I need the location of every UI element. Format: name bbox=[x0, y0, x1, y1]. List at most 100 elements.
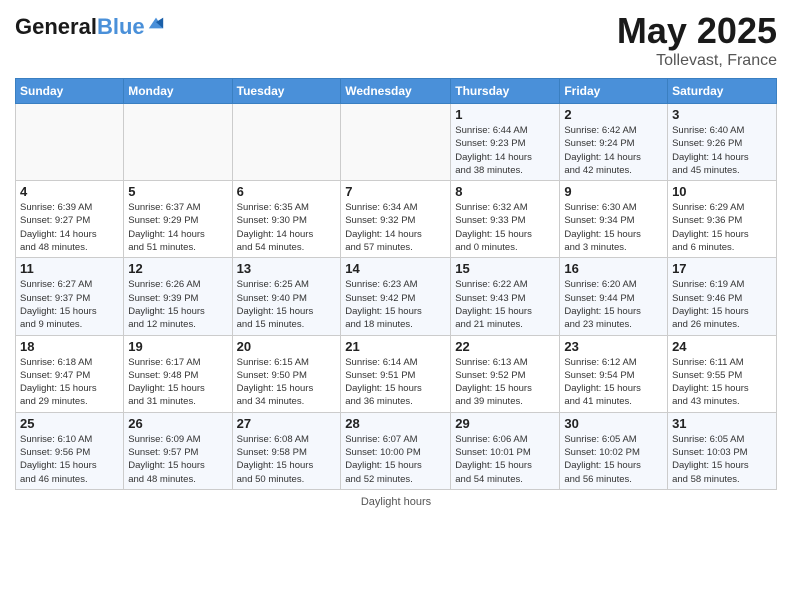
day-header-monday: Monday bbox=[124, 79, 232, 104]
day-number: 19 bbox=[128, 339, 227, 354]
calendar-cell: 9 Sunrise: 6:30 AM Sunset: 9:34 PM Daylig… bbox=[560, 181, 668, 258]
calendar-cell: 26Sunrise: 6:09 AM Sunset: 9:57 PM Dayli… bbox=[124, 412, 232, 489]
day-number: 4 bbox=[20, 184, 119, 199]
calendar-cell: 27 Sunrise: 6:08 AM Sunset: 9:58 PM Dayli… bbox=[232, 412, 341, 489]
calendar-table: SundayMondayTuesdayWednesdayThursdayFrid… bbox=[15, 78, 777, 490]
day-info: Sunrise: 6:19 AM Sunset: 9:46 PM Dayligh… bbox=[672, 278, 772, 331]
day-info: Sunrise: 6:15 AM Sunset: 9:50 PM Dayligh… bbox=[237, 356, 337, 409]
calendar-cell: 30 Sunrise: 6:05 AM Sunset: 10:02 PM Dayl… bbox=[560, 412, 668, 489]
calendar-cell bbox=[124, 104, 232, 181]
calendar-cell: 22Sunrise: 6:13 AM Sunset: 9:52 PM Dayli… bbox=[451, 335, 560, 412]
calendar-week-row: 1Sunrise: 6:44 AM Sunset: 9:23 PM Daylig… bbox=[16, 104, 777, 181]
day-number: 6 bbox=[237, 184, 337, 199]
location-title: Tollevast, France bbox=[617, 52, 777, 70]
day-info: Sunrise: 6:32 AM Sunset: 9:33 PM Dayligh… bbox=[455, 201, 555, 254]
day-number: 16 bbox=[564, 261, 663, 276]
day-info: Sunrise: 6:05 AM Sunset: 10:03 PM Daylig… bbox=[672, 433, 772, 486]
calendar-week-row: 4 Sunrise: 6:39 AM Sunset: 9:27 PM Daylig… bbox=[16, 181, 777, 258]
calendar-cell: 29 Sunrise: 6:06 AM Sunset: 10:01 PM Dayl… bbox=[451, 412, 560, 489]
day-info: Sunrise: 6:42 AM Sunset: 9:24 PM Dayligh… bbox=[564, 124, 663, 177]
logo-text: GeneralBlue bbox=[15, 15, 145, 39]
day-number: 26 bbox=[128, 416, 227, 431]
day-info: Sunrise: 6:34 AM Sunset: 9:32 PM Dayligh… bbox=[345, 201, 446, 254]
calendar-cell: 13 Sunrise: 6:25 AM Sunset: 9:40 PM Dayli… bbox=[232, 258, 341, 335]
calendar-cell: 28 Sunrise: 6:07 AM Sunset: 10:00 PM Dayl… bbox=[341, 412, 451, 489]
day-info: Sunrise: 6:05 AM Sunset: 10:02 PM Daylig… bbox=[564, 433, 663, 486]
calendar-cell: 16 Sunrise: 6:20 AM Sunset: 9:44 PM Dayli… bbox=[560, 258, 668, 335]
day-number: 30 bbox=[564, 416, 663, 431]
calendar-cell: 25 Sunrise: 6:10 AM Sunset: 9:56 PM Dayli… bbox=[16, 412, 124, 489]
calendar-cell: 17 Sunrise: 6:19 AM Sunset: 9:46 PM Dayli… bbox=[668, 258, 777, 335]
calendar-footer: Daylight hours bbox=[15, 496, 777, 508]
day-number: 25 bbox=[20, 416, 119, 431]
day-number: 18 bbox=[20, 339, 119, 354]
calendar-cell: 31 Sunrise: 6:05 AM Sunset: 10:03 PM Dayl… bbox=[668, 412, 777, 489]
day-number: 21 bbox=[345, 339, 446, 354]
calendar-cell: 2 Sunrise: 6:42 AM Sunset: 9:24 PM Daylig… bbox=[560, 104, 668, 181]
day-info: Sunrise: 6:17 AM Sunset: 9:48 PM Dayligh… bbox=[128, 356, 227, 409]
day-info: Sunrise: 6:39 AM Sunset: 9:27 PM Dayligh… bbox=[20, 201, 119, 254]
day-info: Sunrise: 6:20 AM Sunset: 9:44 PM Dayligh… bbox=[564, 278, 663, 331]
day-info: Sunrise: 6:08 AM Sunset: 9:58 PM Dayligh… bbox=[237, 433, 337, 486]
calendar-cell: 11Sunrise: 6:27 AM Sunset: 9:37 PM Dayli… bbox=[16, 258, 124, 335]
calendar-cell: 8Sunrise: 6:32 AM Sunset: 9:33 PM Daylig… bbox=[451, 181, 560, 258]
calendar-cell: 3 Sunrise: 6:40 AM Sunset: 9:26 PM Daylig… bbox=[668, 104, 777, 181]
title-block: May 2025 Tollevast, France bbox=[617, 10, 777, 70]
day-number: 3 bbox=[672, 107, 772, 122]
day-info: Sunrise: 6:35 AM Sunset: 9:30 PM Dayligh… bbox=[237, 201, 337, 254]
day-info: Sunrise: 6:22 AM Sunset: 9:43 PM Dayligh… bbox=[455, 278, 555, 331]
calendar-cell: 6 Sunrise: 6:35 AM Sunset: 9:30 PM Daylig… bbox=[232, 181, 341, 258]
calendar-cell: 23Sunrise: 6:12 AM Sunset: 9:54 PM Dayli… bbox=[560, 335, 668, 412]
day-number: 13 bbox=[237, 261, 337, 276]
day-info: Sunrise: 6:07 AM Sunset: 10:00 PM Daylig… bbox=[345, 433, 446, 486]
calendar-cell: 4 Sunrise: 6:39 AM Sunset: 9:27 PM Daylig… bbox=[16, 181, 124, 258]
day-header-saturday: Saturday bbox=[668, 79, 777, 104]
day-number: 28 bbox=[345, 416, 446, 431]
page-header: GeneralBlue May 2025 Tollevast, France bbox=[15, 10, 777, 70]
day-number: 17 bbox=[672, 261, 772, 276]
day-number: 7 bbox=[345, 184, 446, 199]
day-info: Sunrise: 6:10 AM Sunset: 9:56 PM Dayligh… bbox=[20, 433, 119, 486]
day-info: Sunrise: 6:44 AM Sunset: 9:23 PM Dayligh… bbox=[455, 124, 555, 177]
calendar-cell: 14 Sunrise: 6:23 AM Sunset: 9:42 PM Dayli… bbox=[341, 258, 451, 335]
day-header-thursday: Thursday bbox=[451, 79, 560, 104]
calendar-cell: 7 Sunrise: 6:34 AM Sunset: 9:32 PM Daylig… bbox=[341, 181, 451, 258]
day-info: Sunrise: 6:25 AM Sunset: 9:40 PM Dayligh… bbox=[237, 278, 337, 331]
calendar-cell: 1Sunrise: 6:44 AM Sunset: 9:23 PM Daylig… bbox=[451, 104, 560, 181]
day-number: 14 bbox=[345, 261, 446, 276]
day-info: Sunrise: 6:11 AM Sunset: 9:55 PM Dayligh… bbox=[672, 356, 772, 409]
day-info: Sunrise: 6:06 AM Sunset: 10:01 PM Daylig… bbox=[455, 433, 555, 486]
calendar-cell: 19 Sunrise: 6:17 AM Sunset: 9:48 PM Dayli… bbox=[124, 335, 232, 412]
logo: GeneralBlue bbox=[15, 15, 165, 39]
calendar-header-row: SundayMondayTuesdayWednesdayThursdayFrid… bbox=[16, 79, 777, 104]
daylight-label: Daylight hours bbox=[361, 496, 431, 508]
calendar-cell bbox=[341, 104, 451, 181]
day-number: 9 bbox=[564, 184, 663, 199]
calendar-cell bbox=[232, 104, 341, 181]
day-number: 27 bbox=[237, 416, 337, 431]
calendar-cell: 12Sunrise: 6:26 AM Sunset: 9:39 PM Dayli… bbox=[124, 258, 232, 335]
day-info: Sunrise: 6:29 AM Sunset: 9:36 PM Dayligh… bbox=[672, 201, 772, 254]
day-number: 20 bbox=[237, 339, 337, 354]
calendar-cell: 21Sunrise: 6:14 AM Sunset: 9:51 PM Dayli… bbox=[341, 335, 451, 412]
day-info: Sunrise: 6:30 AM Sunset: 9:34 PM Dayligh… bbox=[564, 201, 663, 254]
day-info: Sunrise: 6:37 AM Sunset: 9:29 PM Dayligh… bbox=[128, 201, 227, 254]
day-number: 31 bbox=[672, 416, 772, 431]
day-number: 5 bbox=[128, 184, 227, 199]
day-info: Sunrise: 6:23 AM Sunset: 9:42 PM Dayligh… bbox=[345, 278, 446, 331]
day-number: 15 bbox=[455, 261, 555, 276]
day-info: Sunrise: 6:27 AM Sunset: 9:37 PM Dayligh… bbox=[20, 278, 119, 331]
logo-icon bbox=[147, 14, 165, 32]
day-number: 29 bbox=[455, 416, 555, 431]
day-header-sunday: Sunday bbox=[16, 79, 124, 104]
day-number: 23 bbox=[564, 339, 663, 354]
day-number: 2 bbox=[564, 107, 663, 122]
day-info: Sunrise: 6:40 AM Sunset: 9:26 PM Dayligh… bbox=[672, 124, 772, 177]
day-info: Sunrise: 6:18 AM Sunset: 9:47 PM Dayligh… bbox=[20, 356, 119, 409]
calendar-cell: 18 Sunrise: 6:18 AM Sunset: 9:47 PM Dayli… bbox=[16, 335, 124, 412]
day-info: Sunrise: 6:26 AM Sunset: 9:39 PM Dayligh… bbox=[128, 278, 227, 331]
calendar-cell: 24 Sunrise: 6:11 AM Sunset: 9:55 PM Dayli… bbox=[668, 335, 777, 412]
day-number: 24 bbox=[672, 339, 772, 354]
calendar-cell: 5 Sunrise: 6:37 AM Sunset: 9:29 PM Daylig… bbox=[124, 181, 232, 258]
calendar-cell: 20 Sunrise: 6:15 AM Sunset: 9:50 PM Dayli… bbox=[232, 335, 341, 412]
